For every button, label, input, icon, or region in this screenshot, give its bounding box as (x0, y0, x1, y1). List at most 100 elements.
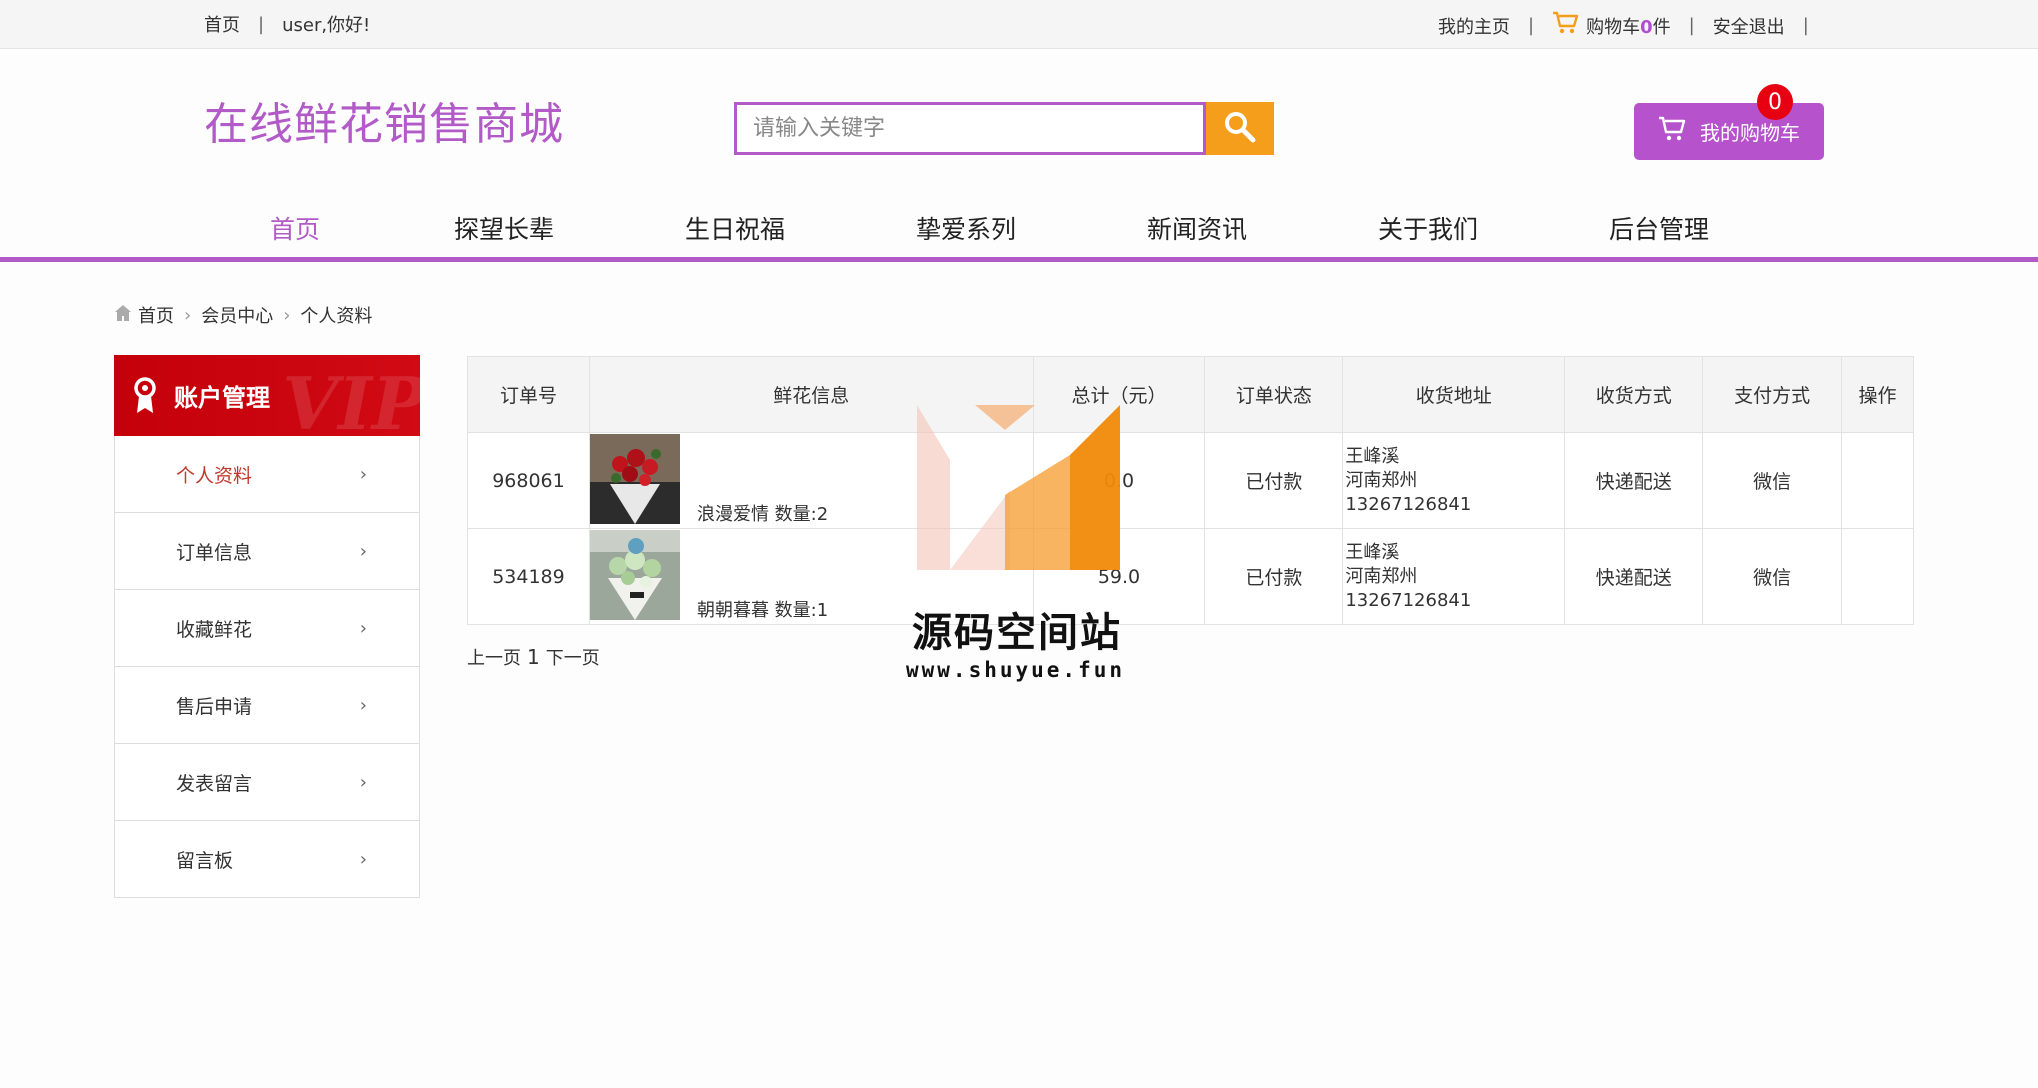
my-cart-label: 我的购物车 (1700, 121, 1800, 145)
nav-item-about[interactable]: 关于我们 (1378, 210, 1478, 246)
recipient-city: 河南郑州 (1345, 565, 1418, 587)
column-header: 收货方式 (1564, 356, 1704, 433)
logout-link[interactable]: 安全退出 (1713, 13, 1785, 39)
search-box (734, 102, 1206, 155)
breadcrumb: 首页 › 会员中心 › 个人资料 (114, 302, 372, 328)
separator: | (258, 13, 265, 35)
flower-image[interactable] (589, 530, 680, 620)
table-row: 968061 浪漫爱情 数量:2 0.0 已付款 王峰溪 河南郑州 132671… (467, 432, 1914, 529)
order-id: 534189 (467, 528, 590, 625)
separator: | (1688, 15, 1695, 36)
nav-item-love[interactable]: 挚爱系列 (916, 210, 1016, 246)
sidebar-header: 账户管理 VIP (114, 355, 420, 436)
column-header: 订单状态 (1204, 356, 1344, 433)
table-header-row: 订单号 鲜花信息 总计（元） 订单状态 收货地址 收货方式 支付方式 操作 (467, 356, 1914, 433)
chevron-right-icon: › (184, 304, 192, 326)
nav-item-admin[interactable]: 后台管理 (1609, 210, 1709, 246)
mini-cart-count: 0 (1640, 16, 1653, 38)
breadcrumb-home[interactable]: 首页 (138, 302, 174, 328)
cart-icon (1658, 116, 1688, 147)
pagination: 上一页 1 下一页 (467, 644, 600, 670)
sidebar-item-label: 留言板 (176, 849, 234, 872)
top-home-link[interactable]: 首页 (204, 11, 240, 37)
sidebar-item-label: 个人资料 (176, 464, 253, 487)
mini-cart-unit: 件 (1652, 16, 1671, 38)
flower-info-cell: 朝朝暮暮 数量:1 (588, 528, 1034, 625)
breadcrumb-member-center[interactable]: 会员中心 (201, 302, 273, 328)
order-actions[interactable] (1841, 528, 1914, 625)
my-cart-button[interactable]: 我的购物车 (1634, 103, 1824, 160)
sidebar-item-after-sales[interactable]: 售后申请 › (115, 667, 419, 744)
column-header: 鲜花信息 (588, 356, 1034, 433)
sidebar-item-message-board[interactable]: 留言板 › (115, 821, 419, 898)
nav-item-home[interactable]: 首页 (270, 210, 320, 246)
sidebar-item-label: 售后申请 (176, 695, 253, 718)
recipient-phone: 13267126841 (1345, 493, 1472, 515)
flower-name-quantity: 朝朝暮暮 数量:1 (696, 600, 829, 621)
chevron-right-icon: › (359, 463, 367, 485)
payment-method: 微信 (1702, 432, 1843, 529)
main-nav: 首页 探望长辈 生日祝福 挚爱系列 新闻资讯 关于我们 后台管理 (0, 196, 2038, 262)
recipient-phone: 13267126841 (1345, 589, 1472, 611)
nav-item-elders[interactable]: 探望长辈 (454, 210, 554, 246)
breadcrumb-current: 个人资料 (300, 306, 373, 327)
award-ribbon-icon (132, 377, 158, 421)
table-row: 534189 朝朝暮暮 数量:1 59.0 已付款 王峰溪 河南郑州 13267… (467, 528, 1914, 625)
flower-info-cell: 浪漫爱情 数量:2 (588, 432, 1034, 529)
sidebar-item-label: 发表留言 (176, 772, 253, 795)
user-greeting: user,你好! (282, 15, 371, 36)
home-icon (114, 304, 132, 327)
order-status: 已付款 (1204, 528, 1344, 625)
sidebar-item-label: 收藏鲜花 (176, 618, 253, 641)
orders-table: 订单号 鲜花信息 总计（元） 订单状态 收货地址 收货方式 支付方式 操作 96… (467, 356, 1914, 625)
column-header: 收货地址 (1342, 356, 1566, 433)
next-page-link[interactable]: 下一页 (546, 644, 600, 670)
search-button[interactable] (1206, 102, 1274, 155)
search-icon (1222, 109, 1258, 149)
site-logo[interactable]: 在线鲜花销售商城 (204, 88, 564, 152)
order-total: 0.0 (1032, 432, 1206, 529)
chevron-right-icon: › (359, 694, 367, 716)
nav-item-birthday[interactable]: 生日祝福 (685, 210, 785, 246)
order-actions[interactable] (1841, 432, 1914, 529)
shipping-address: 王峰溪 河南郑州 13267126841 (1342, 528, 1566, 625)
chevron-right-icon: › (359, 617, 367, 639)
cart-count-badge: 0 (1757, 84, 1793, 120)
sidebar-item-label: 订单信息 (176, 541, 253, 564)
nav-item-news[interactable]: 新闻资讯 (1147, 210, 1247, 246)
payment-method: 微信 (1702, 528, 1843, 625)
sidebar-item-favorites[interactable]: 收藏鲜花 › (115, 590, 419, 667)
recipient-city: 河南郑州 (1345, 469, 1418, 491)
mini-cart-label: 购物车 (1586, 16, 1641, 38)
shipping-address: 王峰溪 河南郑州 13267126841 (1342, 432, 1566, 529)
flower-name-quantity: 浪漫爱情 数量:2 (696, 504, 829, 525)
sidebar-item-orders[interactable]: 订单信息 › (115, 513, 419, 590)
mini-cart-link[interactable]: 购物车0件 (1552, 11, 1671, 40)
recipient-name: 王峰溪 (1345, 541, 1400, 563)
account-sidebar: 账户管理 VIP 个人资料 › 订单信息 › 收藏鲜花 › 售后申请 › 发表留言 › 留… (114, 355, 420, 898)
sidebar-title: 账户管理 (174, 384, 270, 412)
top-utility-bar: 首页 | user,你好! 我的主页 | 购物车0件 | 安全退出 | (0, 0, 2038, 49)
column-header: 操作 (1841, 356, 1914, 433)
chevron-right-icon: › (359, 848, 367, 870)
cart-icon (1552, 11, 1580, 40)
separator: | (1802, 15, 1809, 36)
vip-watermark-text: VIP (282, 361, 420, 436)
watermark-url: www.shuyue.fun (906, 658, 1126, 682)
flower-image[interactable] (589, 434, 680, 524)
chevron-right-icon: › (283, 304, 291, 326)
order-status: 已付款 (1204, 432, 1344, 529)
sidebar-item-profile[interactable]: 个人资料 › (115, 436, 419, 513)
search-input[interactable] (737, 105, 1203, 152)
column-header: 订单号 (467, 356, 590, 433)
chevron-right-icon: › (359, 540, 367, 562)
column-header: 支付方式 (1702, 356, 1843, 433)
separator: | (1528, 15, 1535, 36)
order-id: 968061 (467, 432, 590, 529)
sidebar-item-post-message[interactable]: 发表留言 › (115, 744, 419, 821)
recipient-name: 王峰溪 (1345, 445, 1400, 467)
my-home-link[interactable]: 我的主页 (1438, 13, 1510, 39)
current-page: 1 (527, 645, 540, 669)
column-header: 总计（元） (1032, 356, 1206, 433)
prev-page-link[interactable]: 上一页 (467, 644, 521, 670)
